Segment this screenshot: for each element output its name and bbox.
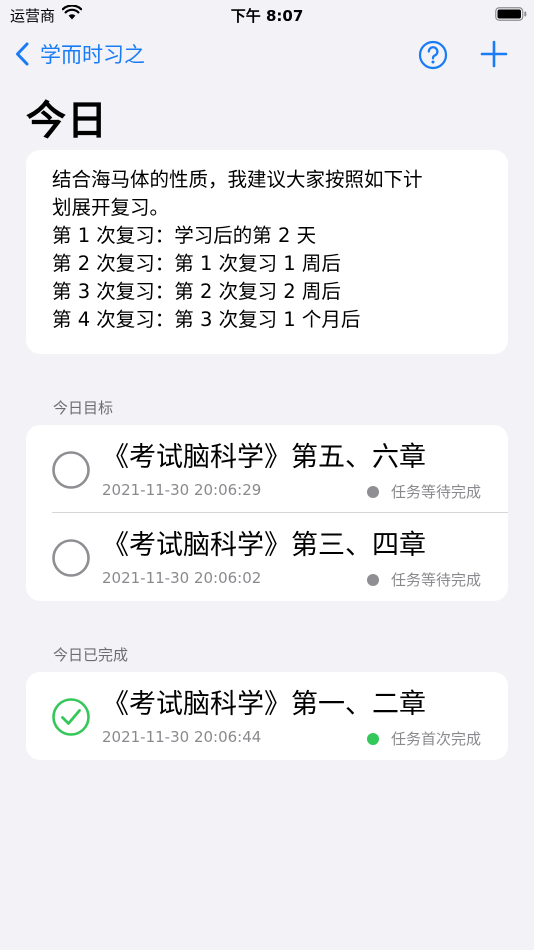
note-line: 第 2 次复习：第 1 次复习 1 周后 [52,252,341,275]
task-status: 任务等待完成 [366,569,481,590]
section-header-today-done: 今日已完成 [53,646,129,664]
note-line: 划展开复习。 [52,196,170,219]
status-dot-icon [366,573,379,586]
back-label: 学而时习之 [40,43,145,67]
today-done-list: 《考试脑科学》第一、二章 2021-11-30 20:06:44 任务首次完成 [26,672,508,760]
task-timestamp: 2021-11-30 20:06:29 [102,481,262,499]
task-status-label: 任务等待完成 [390,483,481,501]
note-card: 结合海马体的性质，我建议大家按照如下计 划展开复习。 第 1 次复习：学习后的第… [26,150,508,354]
status-bar: 运营商 下午 8:07 [0,0,534,28]
screen: 运营商 下午 8:07 学而时习之 今日 结合海马体的性质，我建议大家按照如下计… [0,0,534,950]
checkmark-circle-icon[interactable] [51,697,91,737]
task-title: 《考试脑科学》第一、二章 [102,689,426,720]
task-row[interactable]: 《考试脑科学》第三、四章 2021-11-30 20:06:02 任务等待完成 [26,513,508,601]
task-row[interactable]: 《考试脑科学》第五、六章 2021-11-30 20:06:29 任务等待完成 [26,425,508,513]
task-status: 任务首次完成 [366,728,481,749]
task-status-label: 任务等待完成 [390,571,481,589]
unchecked-circle-icon[interactable] [51,538,91,578]
clock: 下午 8:07 [230,7,304,25]
chevron-left-icon [16,42,29,66]
page-title: 今日 [26,98,108,144]
task-timestamp: 2021-11-30 20:06:44 [102,728,262,746]
note-line: 第 3 次复习：第 2 次复习 2 周后 [52,280,341,303]
unchecked-circle-icon[interactable] [51,450,91,490]
status-dot-icon [366,485,379,498]
task-title: 《考试脑科学》第五、六章 [102,442,426,473]
task-row[interactable]: 《考试脑科学》第一、二章 2021-11-30 20:06:44 任务首次完成 [26,672,508,760]
note-line: 结合海马体的性质，我建议大家按照如下计 [52,168,423,191]
section-header-today-goals: 今日目标 [53,399,114,417]
status-dot-icon [366,732,379,745]
task-title: 《考试脑科学》第三、四章 [102,530,426,561]
add-icon[interactable] [480,40,508,68]
back-button[interactable]: 学而时习之 [14,38,145,70]
battery-icon [495,7,527,21]
task-timestamp: 2021-11-30 20:06:02 [102,569,262,587]
today-goals-list: 《考试脑科学》第五、六章 2021-11-30 20:06:29 任务等待完成 … [26,425,508,601]
note-line: 第 4 次复习：第 3 次复习 1 个月后 [52,308,361,331]
help-icon[interactable] [418,40,448,70]
task-status: 任务等待完成 [366,481,481,502]
note-line: 第 1 次复习：学习后的第 2 天 [52,224,317,247]
task-status-label: 任务首次完成 [390,730,481,748]
